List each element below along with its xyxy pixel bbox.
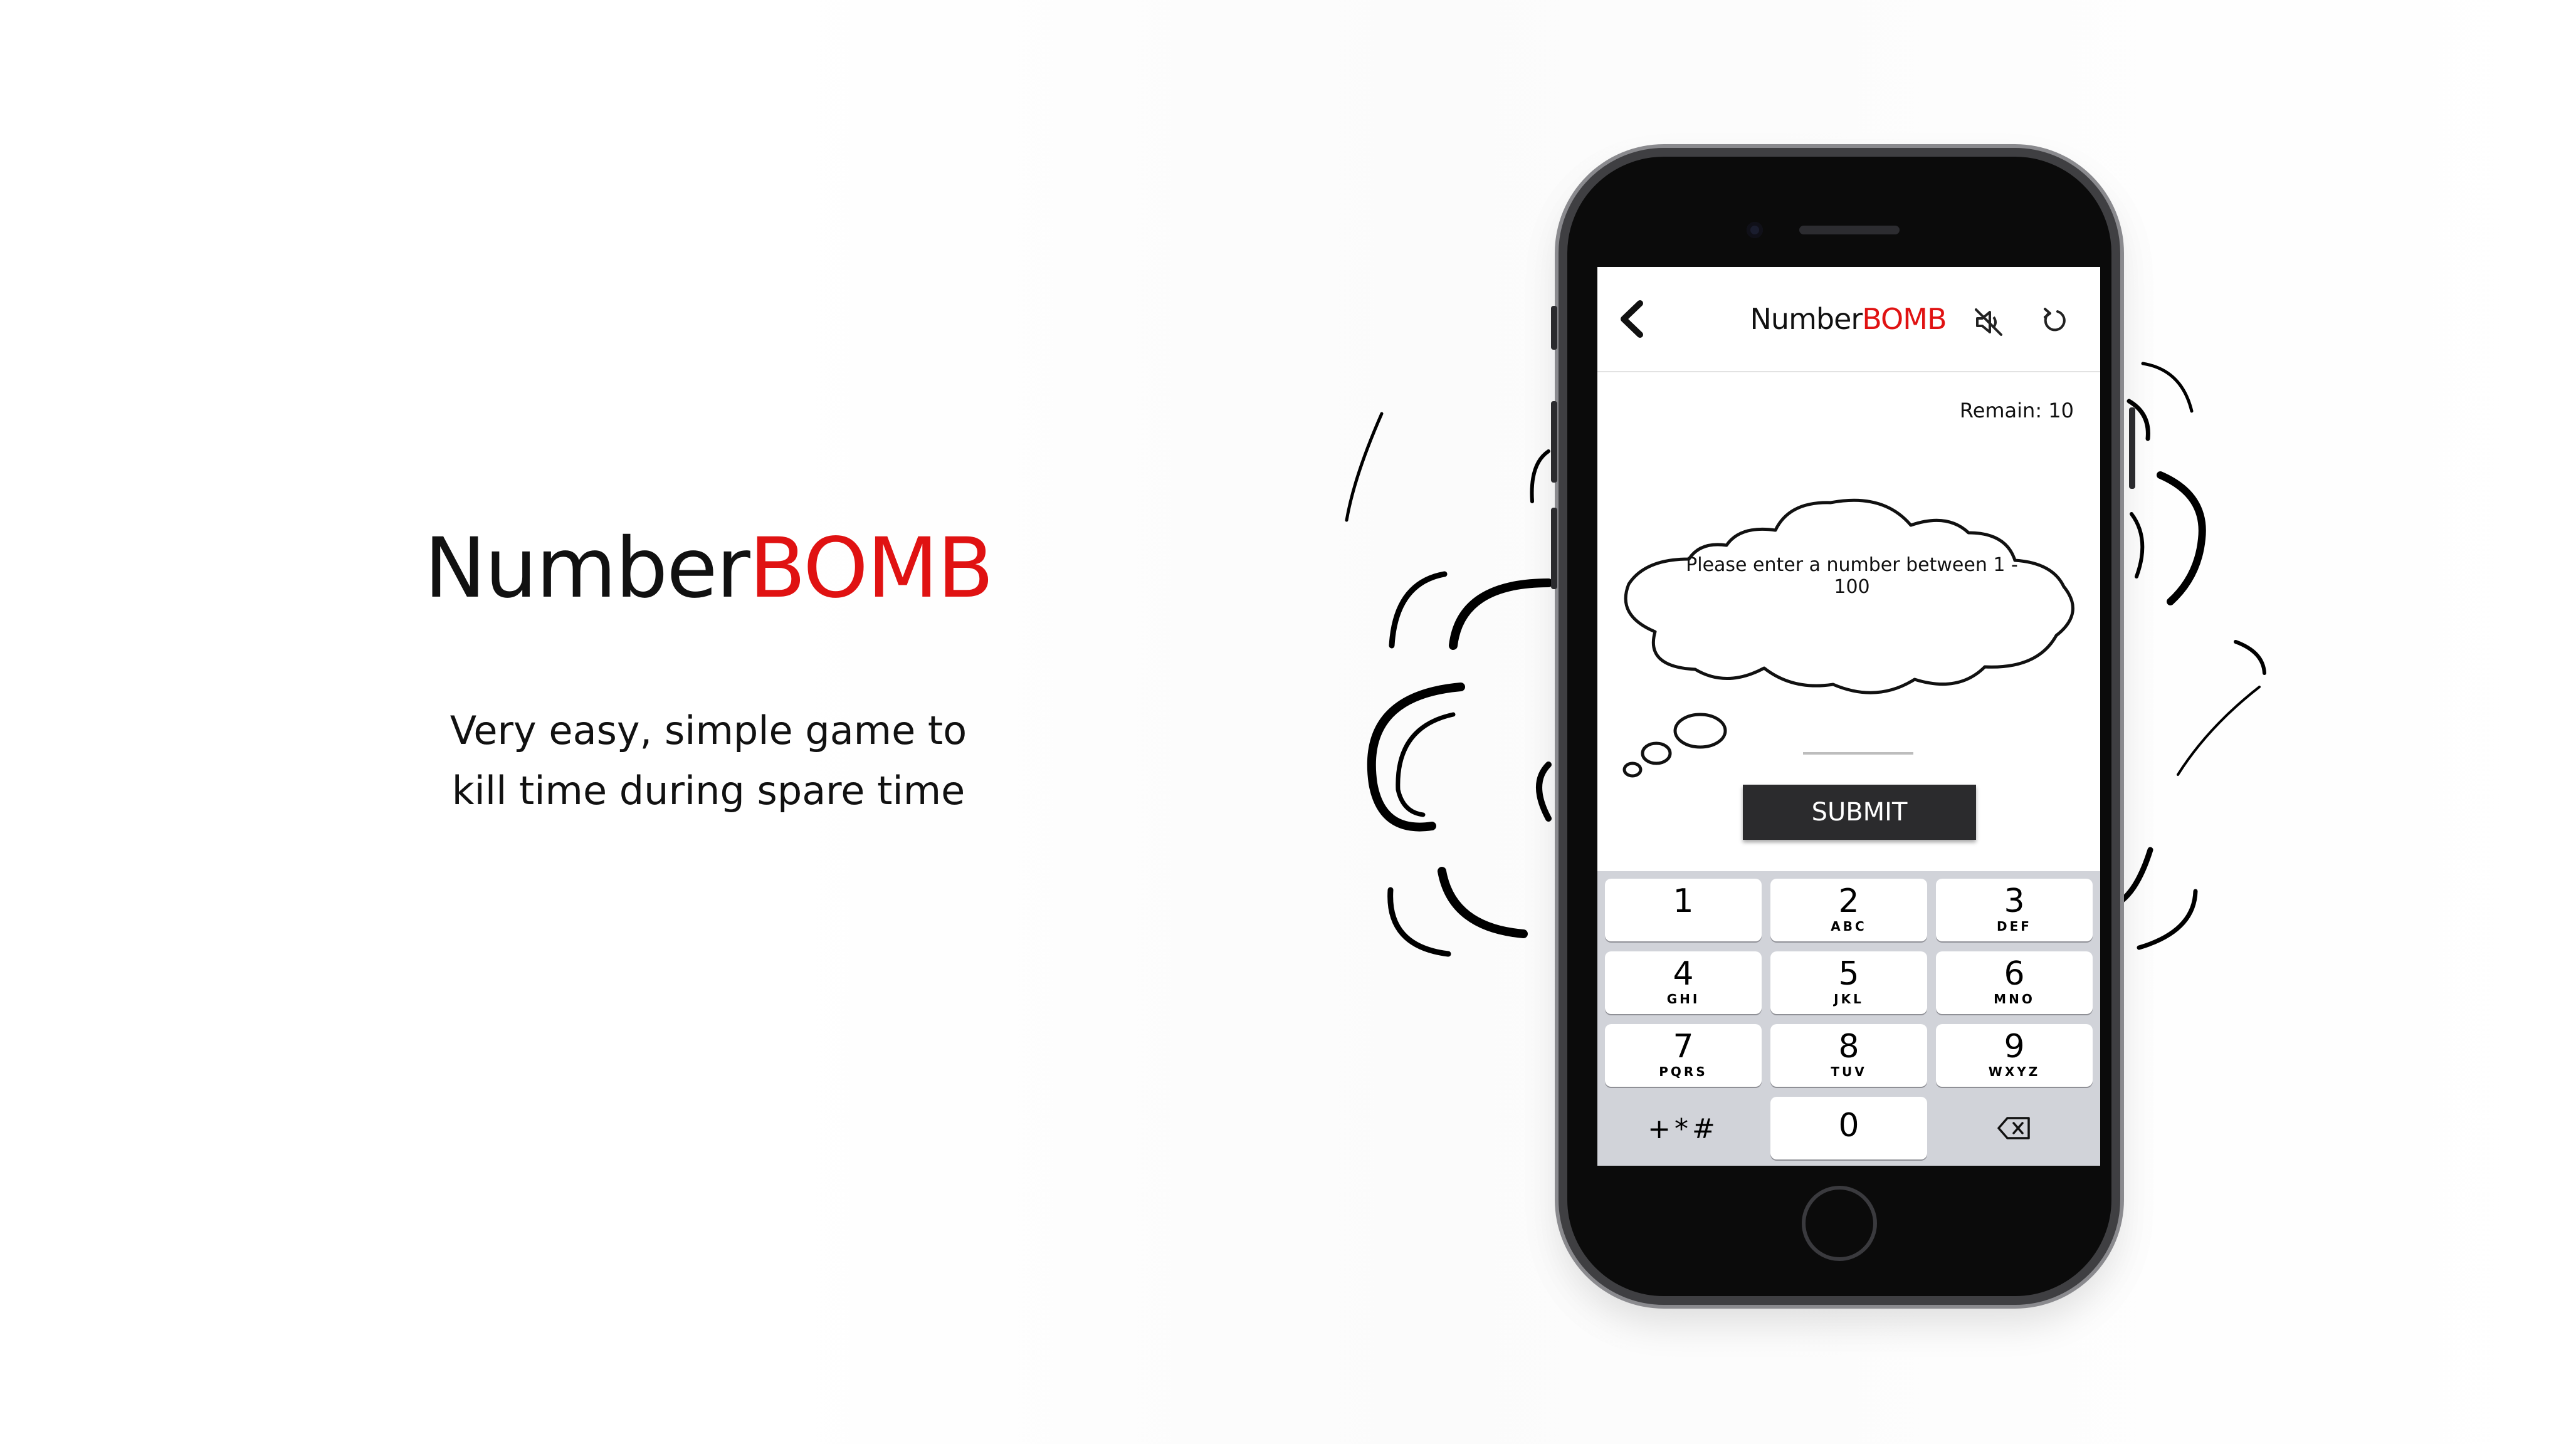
key-number: 9	[2004, 1028, 2025, 1065]
navigation-bar: NumberBOMB	[1597, 267, 2100, 372]
app-screen: NumberBOMB Remain: 10 Please enter a num…	[1597, 267, 2100, 1166]
key-letters: GHI	[1666, 991, 1700, 1007]
nav-title: NumberBOMB	[1723, 302, 1974, 336]
key-letters: DEF	[1997, 919, 2032, 934]
home-button[interactable]	[1802, 1186, 1877, 1261]
key-number: 2	[1838, 882, 1859, 920]
refresh-icon	[2044, 308, 2066, 332]
key-number: 8	[1838, 1028, 1859, 1065]
numeric-keypad: 1 2 ABC 3 DEF 4 GHI 5 JKL 6 MNO 7 PQRS 8 TUV 9W…	[1597, 871, 2100, 1166]
key-number: +*#	[1648, 1113, 1719, 1145]
key-3[interactable]: 3 DEF	[1936, 879, 2093, 941]
key-letters: TUV	[1831, 1064, 1867, 1079]
key-number: 1	[1673, 882, 1694, 920]
speaker-muted-icon	[1975, 308, 2002, 336]
key-number: 7	[1673, 1028, 1694, 1065]
key-letters: WXYZ	[1988, 1064, 2041, 1079]
key-5[interactable]: 5 JKL	[1770, 951, 1927, 1014]
key-1[interactable]: 1	[1605, 879, 1762, 941]
key-letters: JKL	[1834, 991, 1864, 1007]
phone-volume-down-button	[1551, 508, 1557, 589]
key-number: 0	[1838, 1107, 1859, 1144]
chevron-left-icon	[1621, 300, 1643, 338]
key-number: 4	[1673, 955, 1694, 993]
front-camera	[1747, 222, 1763, 238]
number-input[interactable]	[1803, 706, 1913, 755]
key-7[interactable]: 7 PQRS	[1605, 1024, 1762, 1087]
key-number: 5	[1838, 955, 1859, 993]
key-number: 6	[2004, 955, 2025, 993]
key-6[interactable]: 6 MNO	[1936, 951, 2093, 1014]
phone-frame: NumberBOMB Remain: 10 Please enter a num…	[1551, 148, 2135, 1305]
nav-title-bomb: BOMB	[1862, 302, 1947, 336]
key-0[interactable]: 0	[1770, 1097, 1927, 1159]
earpiece-speaker	[1799, 226, 1900, 234]
key-symbols[interactable]: +*#	[1605, 1097, 1762, 1159]
key-4[interactable]: 4 GHI	[1605, 951, 1762, 1014]
key-letters: PQRS	[1659, 1064, 1708, 1079]
key-9[interactable]: 9 WXYZ	[1936, 1024, 2093, 1087]
remaining-attempts: Remain: 10	[1959, 399, 2074, 422]
nav-title-number: Number	[1750, 302, 1863, 336]
backspace-icon	[1997, 1117, 2030, 1139]
phone-side-button	[1551, 306, 1557, 350]
mute-button[interactable]	[1972, 306, 2005, 338]
submit-button[interactable]: SUBMIT	[1743, 785, 1976, 840]
delete-key[interactable]	[1936, 1097, 2093, 1159]
key-2[interactable]: 2 ABC	[1770, 879, 1927, 941]
key-letters: MNO	[1994, 991, 2035, 1007]
key-letters: ABC	[1831, 919, 1867, 934]
refresh-button[interactable]	[2040, 306, 2069, 335]
key-8[interactable]: 8 TUV	[1770, 1024, 1927, 1087]
phone-volume-up-button	[1551, 401, 1557, 483]
phone-power-button	[2129, 407, 2135, 489]
back-button[interactable]	[1612, 297, 1656, 341]
key-number: 3	[2004, 882, 2025, 920]
game-prompt: Please enter a number between 1 - 100	[1686, 554, 2018, 598]
motion-swooshes	[1345, 362, 2266, 957]
